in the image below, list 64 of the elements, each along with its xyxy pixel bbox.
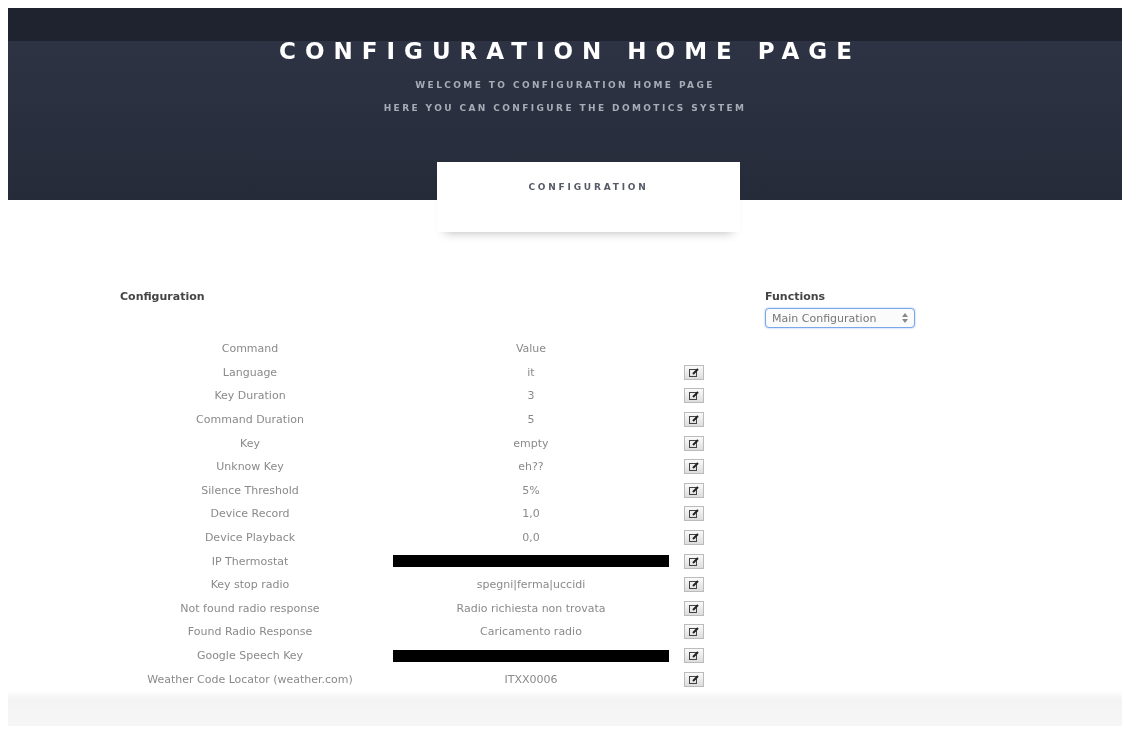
function-select[interactable]: Main Configuration <box>765 308 915 328</box>
edit-icon <box>689 603 699 613</box>
section-heading: Functions <box>765 290 827 303</box>
value-text: Radio richiesta non trovata <box>456 601 606 615</box>
edit-icon <box>689 391 699 401</box>
command-label: Key stop radio <box>210 578 290 592</box>
edit-button[interactable] <box>684 364 704 380</box>
column-header: Command <box>221 342 279 356</box>
edit-button[interactable] <box>684 600 704 616</box>
command-label: Device Playback <box>204 531 296 545</box>
value-text: 5% <box>522 483 540 497</box>
value-text: 5 <box>527 413 535 427</box>
edit-icon <box>689 580 699 590</box>
command-label: Key Duration <box>214 389 286 403</box>
command-label: Not found radio response <box>180 601 320 615</box>
edit-button[interactable] <box>684 482 704 498</box>
command-label: IP Thermostat <box>211 554 289 568</box>
subtitle-line: WELCOME TO CONFIGURATION HOME PAGE <box>414 79 716 92</box>
edit-icon <box>689 627 699 637</box>
edit-icon <box>689 651 699 660</box>
edit-button[interactable] <box>684 577 704 593</box>
value-text: ITXX0006 <box>504 672 558 686</box>
edit-button[interactable] <box>684 553 704 569</box>
command-label: Weather Code Locator (weather.com) <box>147 672 353 686</box>
value-text: 0,0 <box>522 531 540 545</box>
value-text: it <box>527 365 535 379</box>
command-label: Google Speech Key <box>196 649 304 662</box>
value-text: 3 <box>527 389 535 403</box>
value-text: 1,0 <box>522 507 540 521</box>
value-text: empty <box>513 436 549 450</box>
command-label: Unknow Key <box>216 460 284 474</box>
edit-icon <box>689 438 699 448</box>
command-label: Key <box>240 436 260 450</box>
edit-button[interactable] <box>684 671 704 687</box>
edit-icon <box>689 485 699 495</box>
subtitle-line: HERE YOU CAN CONFIGURE THE DOMOTICS SYSTEM <box>382 102 748 115</box>
page-title: CONFIGURATION HOME PAGE <box>278 38 862 64</box>
edit-icon <box>689 509 699 519</box>
edit-icon <box>689 367 699 377</box>
edit-button[interactable] <box>684 648 704 663</box>
edit-button[interactable] <box>684 459 704 475</box>
value-text: Caricamento radio <box>480 625 582 639</box>
edit-button[interactable] <box>684 388 704 404</box>
stepper-icon <box>902 313 908 323</box>
command-label: Device Record <box>210 507 290 521</box>
edit-button[interactable] <box>684 624 704 640</box>
command-label: Silence Threshold <box>201 483 299 497</box>
edit-icon <box>689 533 699 543</box>
configuration-tab[interactable]: CONFIGURATION <box>437 162 740 232</box>
command-label: Language <box>222 365 278 379</box>
edit-button[interactable] <box>684 530 704 546</box>
command-label: Command Duration <box>196 413 304 427</box>
edit-button[interactable] <box>684 412 704 428</box>
edit-icon <box>689 556 699 566</box>
value-text: spegni|ferma|uccidi <box>476 578 586 592</box>
edit-icon <box>689 415 699 425</box>
column-header: Value <box>515 342 547 356</box>
section-heading: Configuration <box>120 290 206 303</box>
command-label: Found Radio Response <box>187 625 313 639</box>
edit-button[interactable] <box>684 506 704 522</box>
edit-icon <box>689 462 699 472</box>
edit-button[interactable] <box>684 435 704 451</box>
edit-icon <box>689 674 699 684</box>
value-text: eh?? <box>518 460 544 474</box>
